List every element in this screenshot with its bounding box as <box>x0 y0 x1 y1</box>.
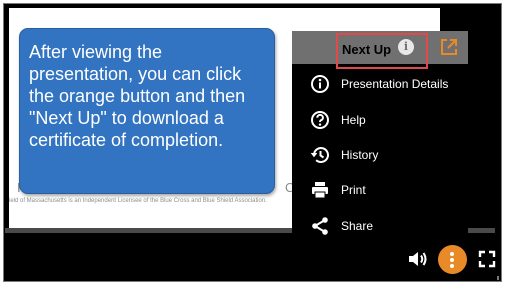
history-icon <box>310 147 329 163</box>
menu-item-label: Presentation Details <box>341 77 449 91</box>
menu-item-label: Help <box>341 113 366 127</box>
slide-footer-text: ield of Massachusetts is an Independent … <box>9 198 267 204</box>
print-icon <box>312 182 328 199</box>
help-circle-icon <box>311 111 329 129</box>
callout-text: After viewing the presentation, you can … <box>29 42 246 150</box>
menu-item-label: Share <box>341 219 374 233</box>
menu-item-presentation-details[interactable]: Presentation Details <box>292 70 468 98</box>
options-menu: Next Up i Presentation Details Help Hist… <box>292 31 468 245</box>
next-up-highlight-box <box>336 33 428 69</box>
menu-item-help[interactable]: Help <box>292 106 468 134</box>
more-options-button[interactable] <box>438 245 467 274</box>
info-circle-icon <box>311 75 329 93</box>
instruction-callout: After viewing the presentation, you can … <box>19 28 275 194</box>
menu-item-share[interactable]: Share <box>292 212 468 240</box>
share-icon <box>312 217 328 235</box>
menu-item-history[interactable]: History <box>292 141 468 169</box>
resize-grip <box>497 276 499 280</box>
menu-item-print[interactable]: Print <box>292 176 468 204</box>
fullscreen-icon[interactable] <box>478 250 496 268</box>
menu-item-label: Print <box>341 183 366 197</box>
external-link-icon[interactable] <box>439 37 459 57</box>
volume-icon[interactable] <box>407 249 429 269</box>
menu-item-label: History <box>341 148 379 162</box>
